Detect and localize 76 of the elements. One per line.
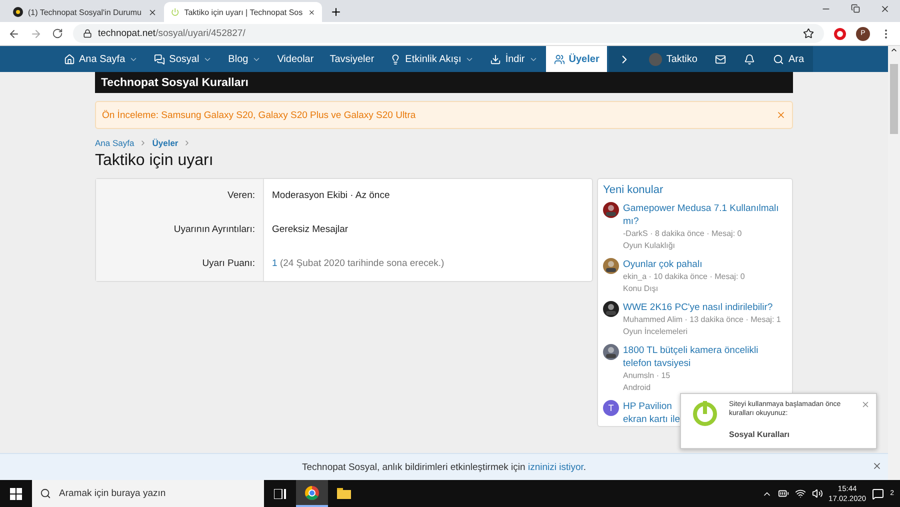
browser-tab[interactable]: Taktiko için uyarı | Technopat Sos: [164, 2, 322, 22]
chrome-icon[interactable]: [305, 486, 319, 500]
back-icon[interactable]: [8, 28, 20, 40]
thread-meta: Muhammed Alim · 13 dakika önce · Mesaj: 1: [623, 314, 781, 326]
user-avatar[interactable]: T: [603, 400, 619, 416]
field-value: Gereksiz Mesajlar: [272, 224, 348, 235]
nav-item[interactable]: Üyeler: [546, 46, 608, 72]
thread-link[interactable]: telefon tavsiyesi: [623, 357, 691, 370]
forum-name[interactable]: Android: [623, 382, 651, 394]
users-icon: [554, 54, 565, 64]
field-label: Veren:: [96, 179, 264, 213]
star-icon[interactable]: [803, 28, 814, 39]
home-icon: [64, 54, 75, 64]
scrollbar-thumb[interactable]: [890, 64, 898, 134]
taskbar-search[interactable]: Aramak için buraya yazın: [32, 480, 264, 507]
new-tab-icon[interactable]: [330, 6, 342, 18]
nav-item[interactable]: Ana Sayfa: [56, 46, 146, 72]
nav-item[interactable]: Blog: [220, 46, 270, 72]
restore-icon[interactable]: [851, 4, 860, 13]
user-menu[interactable]: Taktiko: [640, 46, 706, 72]
scroll-up-icon[interactable]: [890, 46, 898, 54]
battery-icon[interactable]: [778, 488, 789, 499]
field-label: Uyarı Puanı:: [96, 247, 264, 281]
chat-icon: [154, 54, 166, 64]
breadcrumb-link[interactable]: Üyeler: [152, 138, 178, 148]
reload-icon[interactable]: [52, 28, 63, 39]
thread-meta: ekin_a · 10 dakika önce · Mesaj: 0: [623, 271, 745, 283]
field-value: Moderasyon Ekibi · Az önce: [272, 190, 390, 201]
search-icon: [40, 488, 51, 499]
action-center-icon[interactable]: [872, 488, 884, 500]
thread-link[interactable]: WWE 2K16 PC'ye nasıl indirilebilir?: [623, 301, 773, 314]
thread-meta: Anumsln · 15: [623, 370, 670, 382]
thread-link[interactable]: Gamepower Medusa 7.1 Kullanılmalı mı?: [623, 202, 787, 228]
permission-link[interactable]: izninizi istiyor: [528, 462, 584, 472]
nav-item[interactable]: Etkinlik Akışı: [382, 46, 482, 72]
download-icon: [490, 54, 502, 64]
forum-name[interactable]: Oyun İncelemeleri: [623, 326, 688, 338]
forum-name[interactable]: Konu Dışı: [623, 283, 658, 295]
search-icon: [773, 54, 784, 64]
close-icon[interactable]: [148, 8, 157, 16]
close-icon[interactable]: [880, 4, 890, 14]
lightbulb-icon: [390, 54, 402, 64]
nav-item[interactable]: İndir: [482, 46, 546, 72]
page-title: Taktiko için uyarı: [95, 152, 214, 170]
windows-icon[interactable]: [10, 488, 22, 500]
close-icon[interactable]: [872, 461, 882, 471]
sidebar-title: Yeni konular: [603, 184, 664, 196]
site-icon: [13, 7, 23, 17]
volume-icon[interactable]: [812, 488, 823, 499]
thread-link[interactable]: 1800 TL bütçeli kamera öncelikli: [623, 344, 758, 357]
thread-link[interactable]: ekran kartı ile: [623, 413, 680, 426]
task-view-icon[interactable]: [274, 488, 286, 498]
user-avatar: [649, 52, 662, 66]
address-bar[interactable]: technopat.net/sosyal/uyari/452827/: [73, 24, 824, 43]
lock-icon: [83, 29, 92, 38]
nav-item[interactable]: Tavsiyeler: [322, 46, 382, 72]
field-value: 1 (24 Şubat 2020 tarihinde sona erecek.): [272, 258, 444, 269]
power-icon: [171, 7, 180, 17]
mail-icon: [715, 54, 726, 64]
thread-meta: -DarkS · 8 dakika önce · Mesaj: 0: [623, 228, 742, 240]
thread-link[interactable]: Oyunlar çok pahalı: [623, 258, 702, 271]
field-label: Uyarının Ayrıntıları:: [96, 213, 264, 247]
browser-tab[interactable]: (1) Technopat Sosyal'in Durumu: [6, 2, 164, 22]
bell-icon: [744, 54, 756, 64]
breadcrumb-link[interactable]: Ana Sayfa: [95, 138, 134, 148]
thread-link[interactable]: HP Pavilion: [623, 400, 672, 413]
push-message: Technopat Sosyal, anlık bildirimleri etkinleştirmek için izninizi istiyor.: [302, 462, 586, 472]
rules-link[interactable]: Sosyal Kuralları: [729, 430, 855, 439]
close-icon[interactable]: [308, 8, 315, 16]
nav-item[interactable]: Videolar: [269, 46, 322, 72]
search-button[interactable]: Ara: [764, 46, 814, 72]
wifi-icon[interactable]: [794, 488, 806, 499]
folder-icon[interactable]: [337, 488, 351, 499]
nav-item[interactable]: Sosyal: [146, 46, 220, 72]
forum-name[interactable]: Oyun Kulaklığı: [623, 240, 676, 252]
rules-banner[interactable]: Technopat Sosyal Kuralları: [95, 72, 793, 93]
